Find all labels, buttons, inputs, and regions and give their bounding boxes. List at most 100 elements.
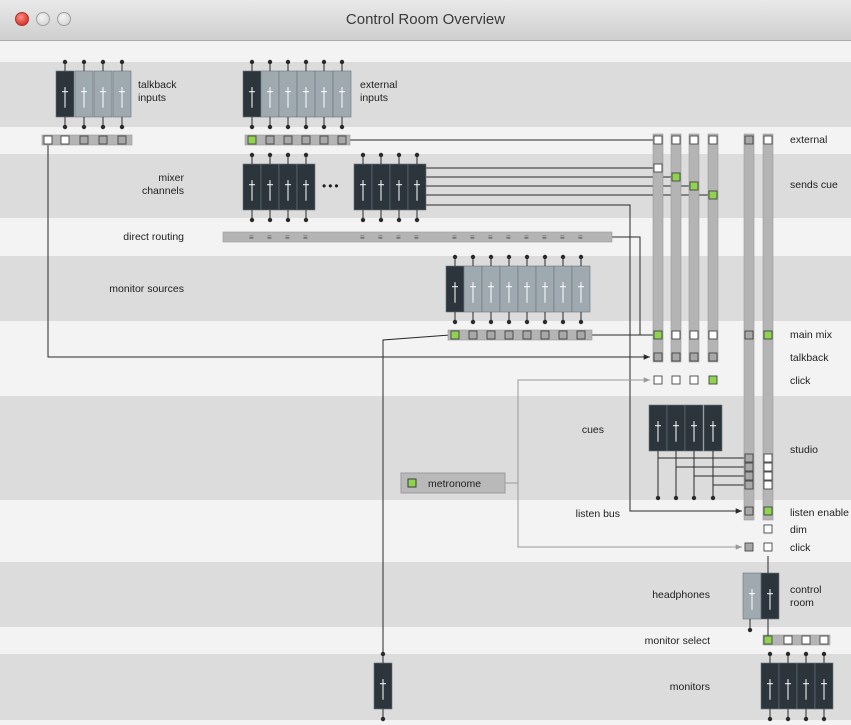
studio-node-1[interactable] bbox=[763, 453, 773, 463]
main-mix-node-1[interactable] bbox=[671, 330, 681, 340]
control-room-fader[interactable] bbox=[760, 572, 780, 620]
window-title: Control Room Overview bbox=[345, 11, 506, 28]
cue-fader-2[interactable] bbox=[684, 404, 704, 452]
main-mix-node-5[interactable] bbox=[763, 330, 773, 340]
studio-node-2[interactable] bbox=[744, 462, 754, 472]
sends-cue-node-2[interactable] bbox=[689, 181, 699, 191]
label-right-main-mix: main mix bbox=[790, 329, 833, 341]
sends-cue-node-1[interactable] bbox=[671, 172, 681, 182]
monitor-sources-node-5[interactable] bbox=[540, 330, 550, 340]
listen-enable-node[interactable] bbox=[763, 506, 773, 516]
talkback-node-out[interactable] bbox=[43, 135, 53, 145]
headphones-fader[interactable] bbox=[742, 572, 762, 620]
label-right-dim: dim bbox=[790, 524, 807, 536]
studio-node-3[interactable] bbox=[763, 462, 773, 472]
cue-fader-1[interactable] bbox=[666, 404, 686, 452]
cue-bus-1 bbox=[670, 133, 682, 363]
main-mix-node-3[interactable] bbox=[708, 330, 718, 340]
hp-out-dot bbox=[747, 627, 753, 633]
talkback-row-node-3[interactable] bbox=[708, 352, 718, 362]
label-listen-bus: listen bus bbox=[576, 508, 620, 520]
click-row-node-2[interactable] bbox=[689, 375, 699, 385]
band-4 bbox=[0, 562, 851, 627]
dim-node[interactable] bbox=[763, 524, 773, 534]
label-cues: cues bbox=[582, 424, 604, 436]
talkback-node-1[interactable] bbox=[79, 135, 89, 145]
cue-external-node-1[interactable] bbox=[671, 135, 681, 145]
click-row-node-0[interactable] bbox=[653, 375, 663, 385]
sends-cue-node-0[interactable] bbox=[653, 163, 663, 173]
sends-cue-node-3[interactable] bbox=[708, 190, 718, 200]
main-mix-node-2[interactable] bbox=[689, 330, 699, 340]
title-bar: Control Room Overview bbox=[0, 0, 851, 41]
click-row-node-1[interactable] bbox=[671, 375, 681, 385]
monitor-sources-node-0[interactable] bbox=[450, 330, 460, 340]
metronome-button[interactable]: metronome bbox=[400, 472, 506, 494]
cue-external-node-2[interactable] bbox=[689, 135, 699, 145]
label-right-click: click bbox=[790, 375, 811, 387]
main-external-node-0[interactable] bbox=[744, 135, 754, 145]
cue-bus-2 bbox=[688, 133, 700, 363]
cue-external-node-0[interactable] bbox=[653, 135, 663, 145]
talkback-row-node-0[interactable] bbox=[653, 352, 663, 362]
talkback-node-2[interactable] bbox=[98, 135, 108, 145]
cue-fader-0[interactable] bbox=[648, 404, 668, 452]
external-node-2[interactable] bbox=[283, 135, 293, 145]
monitor-sources-node-7[interactable] bbox=[576, 330, 586, 340]
cue-out-dot-2 bbox=[691, 495, 697, 501]
label-right-talkback: talkback bbox=[790, 352, 829, 364]
direct-routing-tap-4: ≡ bbox=[360, 233, 365, 242]
label-monitor-sources: monitor sources bbox=[109, 283, 184, 295]
studio-node-5[interactable] bbox=[763, 471, 773, 481]
monitor-select-node-3[interactable] bbox=[819, 635, 829, 645]
external-node-1[interactable] bbox=[265, 135, 275, 145]
cue-bus-3 bbox=[707, 133, 719, 363]
studio-node-0[interactable] bbox=[744, 453, 754, 463]
direct-routing-tap-8: ≡ bbox=[452, 233, 457, 242]
metronome-label: metronome bbox=[428, 478, 481, 490]
click-node-0[interactable] bbox=[744, 542, 754, 552]
main-external-node-1[interactable] bbox=[763, 135, 773, 145]
label-external-inputs: external bbox=[360, 79, 397, 91]
label-direct-routing: direct routing bbox=[123, 231, 184, 243]
direct-routing-tap-0: ≡ bbox=[249, 233, 254, 242]
direct-routing-tap-11: ≡ bbox=[506, 233, 511, 242]
monitor-sources-node-1[interactable] bbox=[468, 330, 478, 340]
studio-node-4[interactable] bbox=[744, 471, 754, 481]
monitor-select-node-0[interactable] bbox=[763, 635, 773, 645]
studio-node-6[interactable] bbox=[744, 480, 754, 490]
label-right-external: external bbox=[790, 134, 827, 146]
main-mix-node-0[interactable] bbox=[653, 330, 663, 340]
monitor-select-node-2[interactable] bbox=[801, 635, 811, 645]
main-mix-node-4[interactable] bbox=[744, 330, 754, 340]
listen-node-0[interactable] bbox=[744, 506, 754, 516]
label-monitors: monitors bbox=[670, 681, 710, 693]
talkback-row-node-1[interactable] bbox=[671, 352, 681, 362]
monitor-sources-node-6[interactable] bbox=[558, 330, 568, 340]
label-external-inputs-2: inputs bbox=[360, 92, 388, 104]
control-room-window: Control Room Overview ≡ ≡ ≡ ≡ ≡ ≡ ≡ ≡ ≡ ≡ ≡ ≡ ≡ ≡ ≡ ≡ t… bbox=[0, 0, 851, 725]
external-node-4[interactable] bbox=[319, 135, 329, 145]
label-talkback-inputs-2: inputs bbox=[138, 92, 166, 104]
direct-routing-tap-13: ≡ bbox=[542, 233, 547, 242]
external-node-3[interactable] bbox=[301, 135, 311, 145]
monitor-select-node-1[interactable] bbox=[783, 635, 793, 645]
monitor-sources-node-4[interactable] bbox=[522, 330, 532, 340]
talkback-node-3[interactable] bbox=[117, 135, 127, 145]
click-row-node-3[interactable] bbox=[708, 375, 718, 385]
external-node-0[interactable] bbox=[247, 135, 257, 145]
talkback-row-node-2[interactable] bbox=[689, 352, 699, 362]
monitor-sources-node-3[interactable] bbox=[504, 330, 514, 340]
monitor-sources-node-2[interactable] bbox=[486, 330, 496, 340]
label-ellipsis: ••• bbox=[322, 179, 341, 193]
direct-routing-tap-3: ≡ bbox=[303, 233, 308, 242]
talkback-node-0[interactable] bbox=[60, 135, 70, 145]
label-right-sends-cue: sends cue bbox=[790, 179, 838, 191]
external-node-5[interactable] bbox=[337, 135, 347, 145]
label-mixer-channels: mixer bbox=[158, 172, 184, 184]
cue-fader-3[interactable] bbox=[703, 404, 723, 452]
studio-node-7[interactable] bbox=[763, 480, 773, 490]
label-right-studio: studio bbox=[790, 444, 818, 456]
cue-external-node-3[interactable] bbox=[708, 135, 718, 145]
click-node-1[interactable] bbox=[763, 542, 773, 552]
